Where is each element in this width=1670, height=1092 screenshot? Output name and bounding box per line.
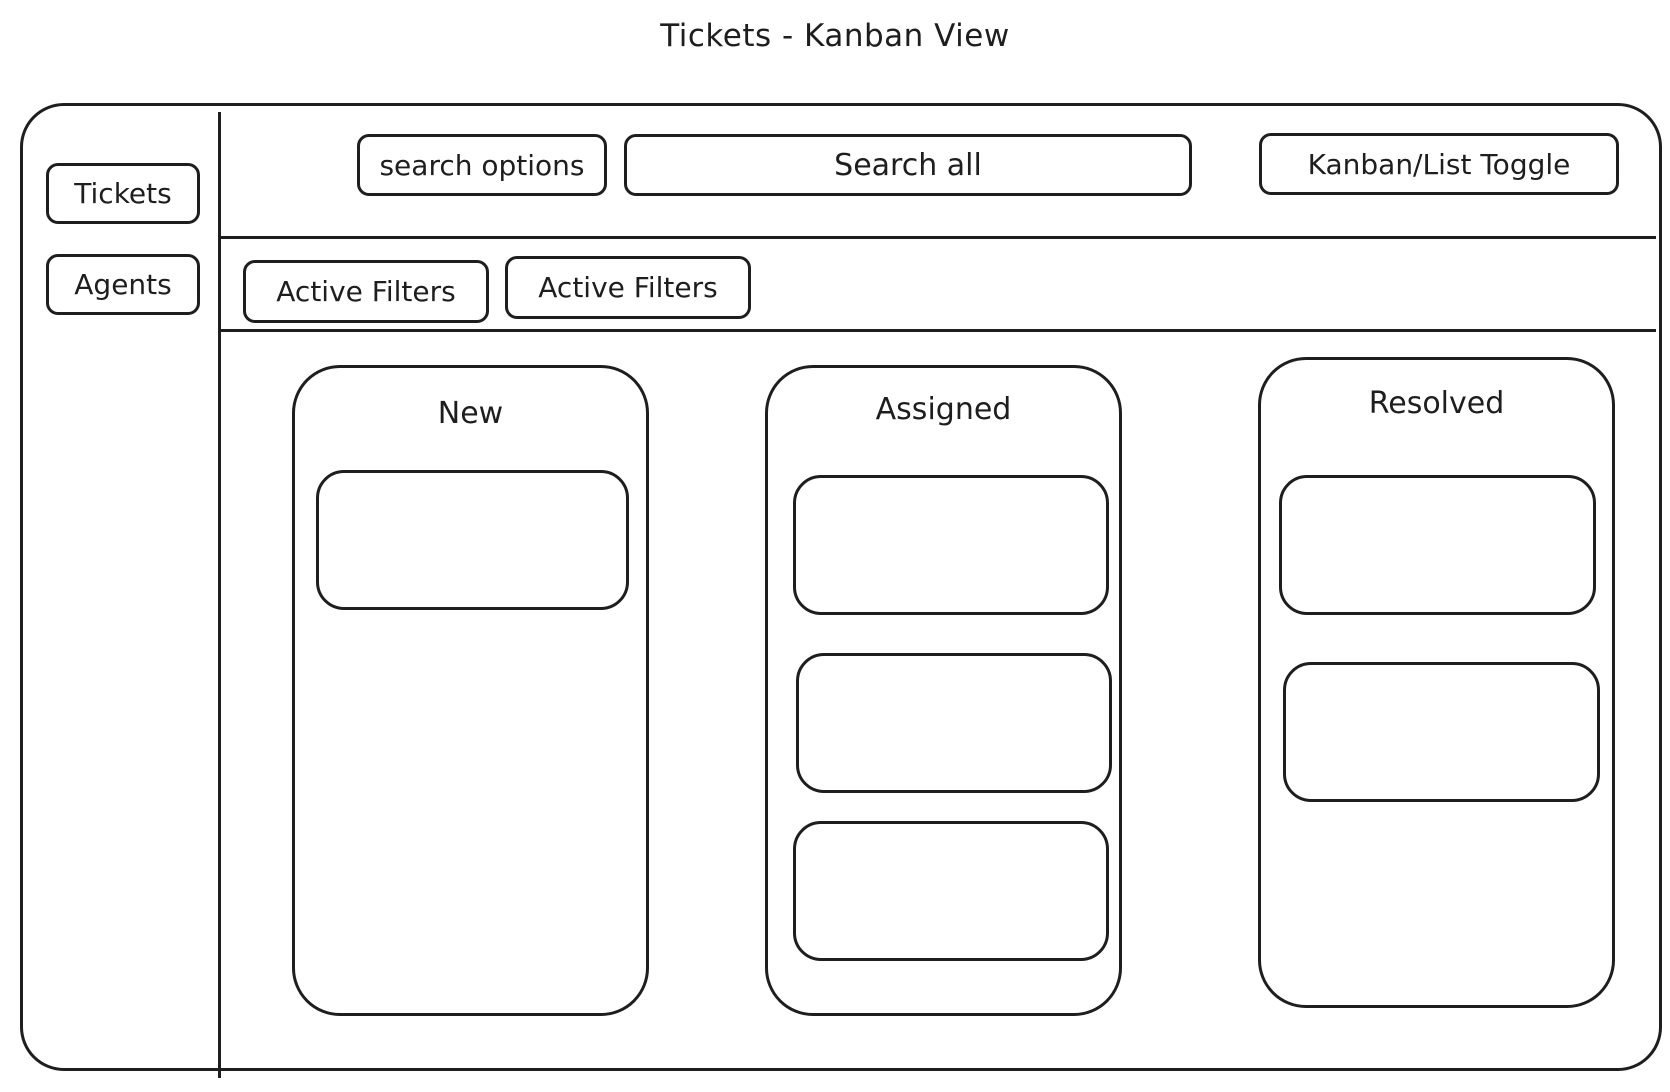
sidebar-divider [218, 112, 221, 1078]
ticket-card[interactable] [316, 470, 629, 610]
filters-divider [220, 329, 1656, 332]
active-filter-chip[interactable]: Active Filters [505, 256, 751, 319]
column-title: New [437, 396, 504, 431]
ticket-card[interactable] [793, 821, 1109, 961]
toolbar-divider [220, 236, 1656, 239]
ticket-card[interactable] [793, 475, 1109, 615]
ticket-card[interactable] [796, 653, 1112, 793]
page-title: Tickets - Kanban View [660, 18, 1010, 54]
view-toggle-button[interactable]: Kanban/List Toggle [1259, 133, 1619, 195]
kanban-column-assigned: Assigned [765, 365, 1122, 1016]
ticket-card[interactable] [1279, 475, 1596, 615]
kanban-column-new: New [292, 365, 649, 1016]
search-input[interactable] [624, 134, 1192, 196]
sidebar-item-tickets[interactable]: Tickets [46, 163, 200, 224]
column-title: Resolved [1368, 386, 1505, 421]
sidebar-item-agents[interactable]: Agents [46, 254, 200, 315]
ticket-card[interactable] [1283, 662, 1600, 802]
kanban-column-resolved: Resolved [1258, 357, 1615, 1008]
column-title: Assigned [875, 392, 1012, 427]
active-filter-chip[interactable]: Active Filters [243, 260, 489, 323]
search-options-button[interactable]: search options [357, 134, 607, 196]
